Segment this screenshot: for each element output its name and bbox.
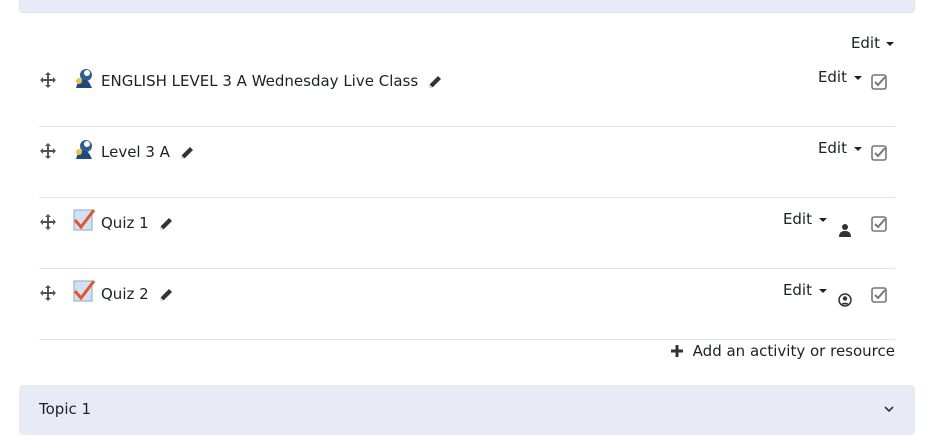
person-icon[interactable] bbox=[838, 223, 852, 237]
topic-section-header[interactable]: Topic 1 bbox=[19, 385, 915, 435]
activity-edit-label: Edit bbox=[782, 210, 812, 228]
add-activity-label: Add an activity or resource bbox=[692, 342, 895, 360]
section-edit-menu[interactable]: Edit bbox=[851, 34, 894, 52]
pencil-icon[interactable] bbox=[428, 75, 442, 89]
move-icon[interactable] bbox=[39, 71, 57, 89]
pencil-icon[interactable] bbox=[180, 146, 194, 160]
activity-name[interactable]: ENGLISH LEVEL 3 A Wednesday Live Class bbox=[101, 72, 442, 90]
move-icon[interactable] bbox=[39, 142, 57, 160]
caret-down-icon bbox=[886, 42, 894, 46]
activity-edit-menu[interactable]: Edit bbox=[783, 281, 827, 299]
activity-edit-menu[interactable]: Edit bbox=[818, 68, 862, 86]
caret-down-icon bbox=[854, 76, 862, 80]
live-class-icon bbox=[76, 69, 92, 88]
section-edit-label: Edit bbox=[850, 34, 880, 52]
pencil-icon[interactable] bbox=[159, 217, 173, 231]
activity-edit-label: Edit bbox=[782, 281, 812, 299]
completion-checkbox-icon[interactable] bbox=[871, 145, 887, 161]
completion-checkbox-icon[interactable] bbox=[871, 216, 887, 232]
activity-edit-menu[interactable]: Edit bbox=[783, 210, 827, 228]
activity-edit-menu[interactable]: Edit bbox=[818, 139, 862, 157]
caret-down-icon bbox=[819, 289, 827, 293]
activity-edit-label: Edit bbox=[817, 68, 847, 86]
caret-down-icon bbox=[854, 147, 862, 151]
chevron-down-icon[interactable] bbox=[883, 403, 895, 415]
activity-row: Quiz 2 Edit bbox=[39, 269, 895, 340]
activity-row: Quiz 1 Edit bbox=[39, 198, 895, 269]
activity-name[interactable]: Quiz 2 bbox=[101, 285, 173, 303]
move-icon[interactable] bbox=[39, 284, 57, 302]
activity-name[interactable]: Level 3 A bbox=[101, 143, 194, 161]
quiz-icon bbox=[73, 280, 96, 302]
caret-down-icon bbox=[819, 218, 827, 222]
activity-name-text[interactable]: Quiz 2 bbox=[101, 285, 149, 303]
quiz-icon bbox=[73, 209, 96, 231]
activity-edit-label: Edit bbox=[817, 139, 847, 157]
activity-row: ENGLISH LEVEL 3 A Wednesday Live Class E… bbox=[39, 56, 895, 127]
plus-icon bbox=[670, 345, 683, 357]
topic-title: Topic 1 bbox=[39, 400, 92, 418]
live-class-icon bbox=[76, 140, 92, 159]
activity-name-text[interactable]: Quiz 1 bbox=[101, 214, 149, 232]
section-header-bar bbox=[19, 0, 915, 13]
activity-name-text[interactable]: Level 3 A bbox=[101, 143, 170, 161]
activity-name-text[interactable]: ENGLISH LEVEL 3 A Wednesday Live Class bbox=[101, 72, 418, 90]
completion-checkbox-icon[interactable] bbox=[871, 74, 887, 90]
pencil-icon[interactable] bbox=[159, 288, 173, 302]
user-circle-icon[interactable] bbox=[838, 293, 852, 307]
activity-name[interactable]: Quiz 1 bbox=[101, 214, 173, 232]
add-activity-button[interactable]: Add an activity or resource bbox=[670, 342, 895, 360]
completion-checkbox-icon[interactable] bbox=[871, 287, 887, 303]
activity-row: Level 3 A Edit bbox=[39, 127, 895, 198]
move-icon[interactable] bbox=[39, 213, 57, 231]
